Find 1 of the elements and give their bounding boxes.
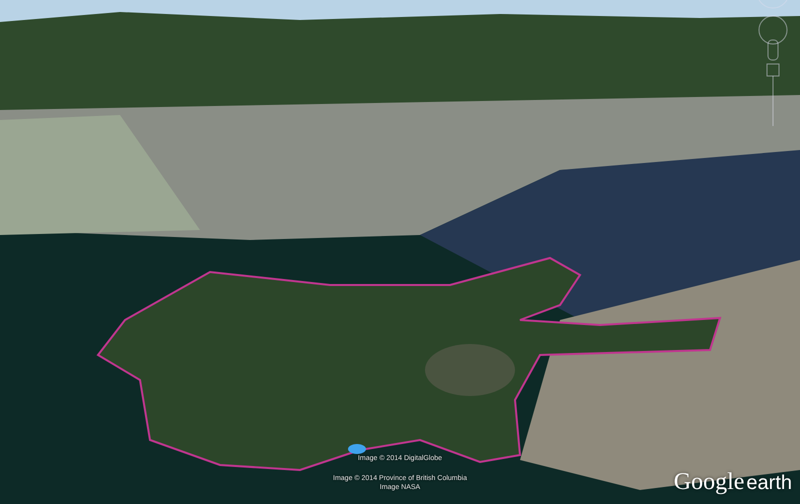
logo: Googleearth [674, 469, 792, 496]
